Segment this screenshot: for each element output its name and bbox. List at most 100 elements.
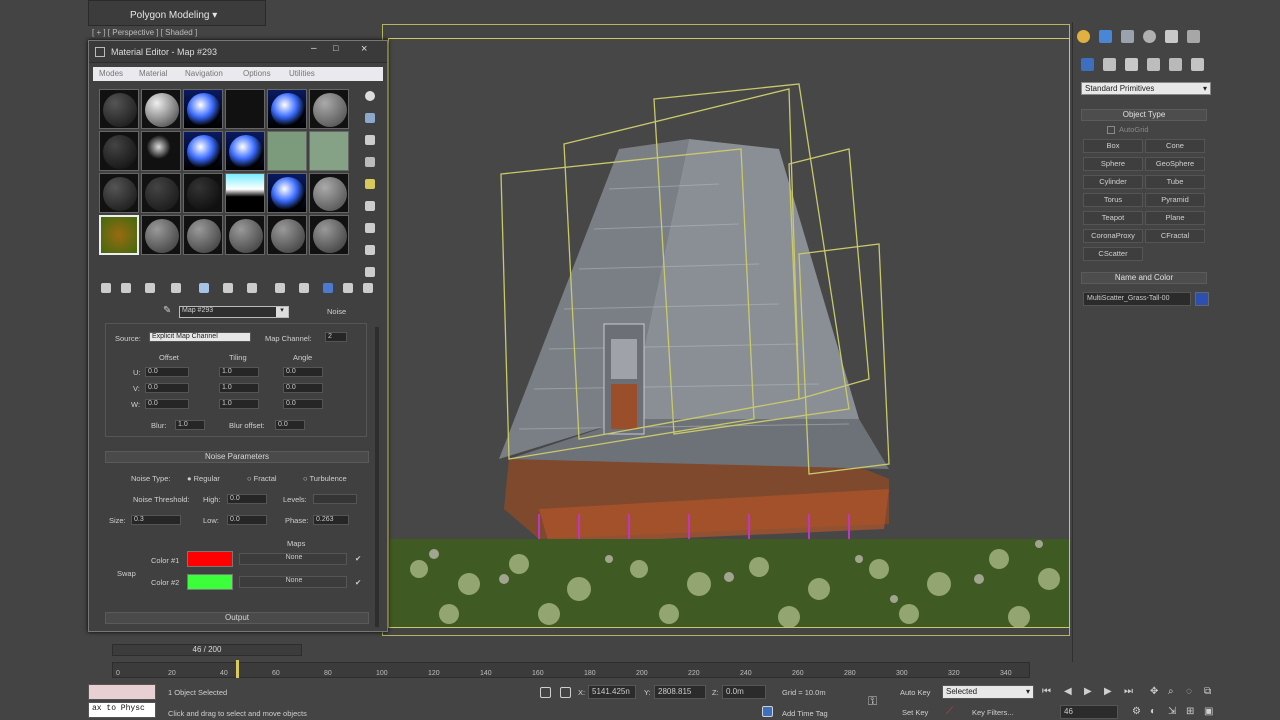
material-slot[interactable] [267,131,307,171]
sphere-button[interactable]: Sphere [1083,157,1143,171]
material-slot[interactable] [225,131,265,171]
lock-icon[interactable] [540,687,551,698]
material-editor-titlebar[interactable]: Material Editor - Map #293 – □ × [89,41,387,63]
x-coordinate-field[interactable]: 5141.425n [588,685,636,699]
pyramid-button[interactable]: Pyramid [1145,193,1205,207]
play-icon[interactable]: ▶ [1084,686,1092,697]
high-spinner[interactable]: 0.0 [227,494,267,504]
tube-button[interactable]: Tube [1145,175,1205,189]
ribbon-polygon-modeling[interactable]: Polygon Modeling ▾ [130,10,217,21]
menu-navigation[interactable]: Navigation [185,69,223,78]
put-to-library-icon[interactable] [247,283,257,293]
u-tiling-spinner[interactable]: 1.0 [219,367,259,377]
geometry-icon[interactable] [1081,58,1094,71]
source-dropdown[interactable]: Explicit Map Channel [149,332,251,342]
material-slot[interactable] [183,173,223,213]
assign-material-icon[interactable] [145,283,155,293]
menu-utilities[interactable]: Utilities [289,69,315,78]
material-slot[interactable] [225,215,265,255]
color1-map-button[interactable]: None [239,553,347,565]
cylinder-button[interactable]: Cylinder [1083,175,1143,189]
previous-frame-icon[interactable]: ◀ [1064,686,1072,697]
w-angle-spinner[interactable]: 0.0 [283,399,323,409]
color2-map-button[interactable]: None [239,576,347,588]
material-slot-active[interactable] [99,215,139,255]
options-icon[interactable] [365,223,375,233]
spacewarps-icon[interactable] [1191,58,1204,71]
set-key-button[interactable]: Set Key [902,708,928,717]
w-tiling-spinner[interactable]: 1.0 [219,399,259,409]
material-slot[interactable] [267,89,307,129]
show-end-result-icon[interactable] [323,283,333,293]
material-slot[interactable] [141,89,181,129]
absolute-mode-icon[interactable] [560,687,571,698]
maximize-viewport-icon[interactable]: ⧉ [1204,686,1211,697]
menu-material[interactable]: Material [139,69,167,78]
go-to-start-icon[interactable]: ⏮ [1042,686,1051,697]
key-filters-button[interactable]: Key Filters... [972,708,1014,717]
key-mode-icon[interactable]: ⟋ [946,706,953,717]
color1-map-checkbox[interactable]: ✔ [355,554,361,563]
sample-type-icon[interactable] [365,91,375,101]
cone-button[interactable]: Cone [1145,139,1205,153]
material-slot[interactable] [183,89,223,129]
object-type-header[interactable]: Object Type [1081,109,1207,121]
helpers-icon[interactable] [1169,58,1182,71]
z-coordinate-field[interactable]: 0.0m [722,685,766,699]
lights-icon[interactable] [1125,58,1138,71]
maxscript-listener-pink[interactable] [88,684,156,700]
torus-button[interactable]: Torus [1083,193,1143,207]
noise-type-turbulence[interactable]: ○ Turbulence [303,474,347,483]
copy-material-icon[interactable] [199,283,209,293]
color2-swatch[interactable] [187,574,233,590]
maximize-icon[interactable]: □ [333,43,338,53]
material-slot[interactable] [183,215,223,255]
u-angle-spinner[interactable]: 0.0 [283,367,323,377]
material-slot[interactable] [99,173,139,213]
blur-spinner[interactable]: 1.0 [175,420,205,430]
phase-spinner[interactable]: 0.263 [313,515,349,525]
w-offset-spinner[interactable]: 0.0 [145,399,189,409]
noise-type-regular[interactable]: ● Regular [187,474,220,483]
background-icon[interactable] [365,135,375,145]
motion-icon[interactable] [1143,30,1156,43]
auto-key-button[interactable]: Auto Key [900,688,930,697]
cfractal-button[interactable]: CFractal [1145,229,1205,243]
swap-button[interactable]: Swap [117,569,136,578]
y-coordinate-field[interactable]: 2808.815 [654,685,706,699]
make-unique-icon[interactable] [223,283,233,293]
noise-parameters-header[interactable]: Noise Parameters [105,451,369,463]
time-config-icon[interactable]: ⚙ [1132,706,1141,717]
modify-icon[interactable] [1099,30,1112,43]
walkthrough-icon[interactable]: ⇲ [1168,706,1176,717]
material-slot[interactable] [309,89,349,129]
sun-icon[interactable] [1077,30,1090,43]
color2-map-checkbox[interactable]: ✔ [355,578,361,587]
video-color-icon[interactable] [365,179,375,189]
put-to-scene-icon[interactable] [121,283,131,293]
eyedropper-icon[interactable]: ✎ [163,305,171,316]
shapes-icon[interactable] [1103,58,1116,71]
material-slot[interactable] [267,215,307,255]
map-name-field[interactable]: Map #293 ▾ [179,306,289,318]
u-offset-spinner[interactable]: 0.0 [145,367,189,377]
get-material-icon[interactable] [101,283,111,293]
uv-tiling-icon[interactable] [365,157,375,167]
material-slot[interactable] [267,173,307,213]
box-button[interactable]: Box [1083,139,1143,153]
cscatter-button[interactable]: CScatter [1083,247,1143,261]
material-slot[interactable] [183,131,223,171]
maxscript-listener[interactable]: ax to Physc [88,702,156,718]
object-color-swatch[interactable] [1195,292,1209,306]
region-zoom-icon[interactable]: ▣ [1204,706,1213,717]
preview-icon[interactable] [365,201,375,211]
map-channel-spinner[interactable]: 2 [325,332,347,342]
material-slot[interactable] [141,173,181,213]
viewport[interactable] [388,38,1070,628]
material-slot[interactable] [309,173,349,213]
material-slot[interactable] [141,131,181,171]
backlight-icon[interactable] [365,113,375,123]
cameras-icon[interactable] [1147,58,1160,71]
utilities-icon[interactable] [1187,30,1200,43]
material-slot[interactable] [309,215,349,255]
